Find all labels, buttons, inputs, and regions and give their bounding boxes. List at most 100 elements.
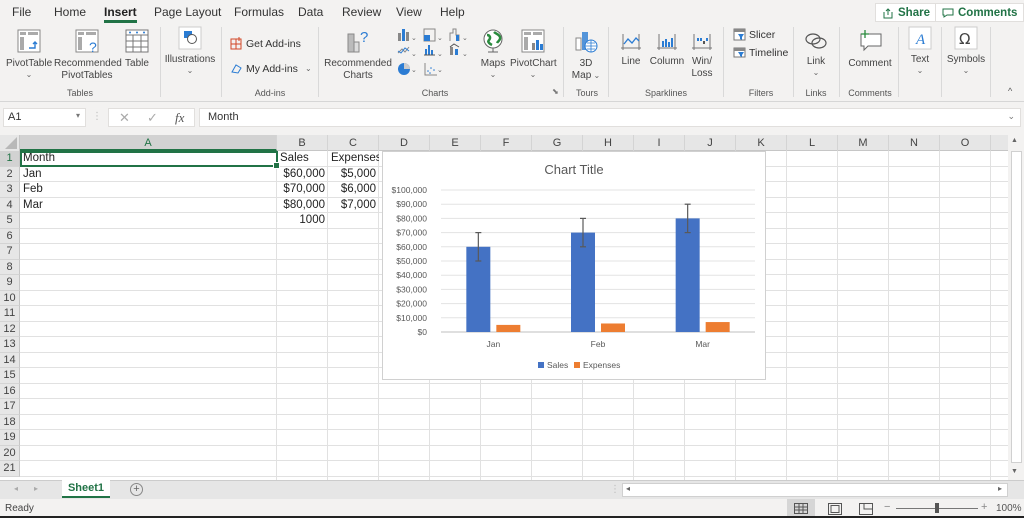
add-sheet-button[interactable]: + [130,483,143,496]
enter-icon[interactable]: ✓ [147,110,158,126]
recommended-charts-button[interactable]: ? Recommended Charts [324,28,392,82]
tab-home[interactable]: Home [54,5,86,19]
tab-review[interactable]: Review [342,5,381,19]
worksheet-grid[interactable]: ABCDEFGHIJKLMNO 1 2 3 4 5 6 7 8 9 10 11 12 13 14 15 16 1… [0,135,1008,480]
expand-formula-icon[interactable]: ⌄ [1007,111,1015,122]
tab-help[interactable]: Help [440,5,465,19]
scroll-down-icon[interactable]: ▼ [1011,468,1018,475]
row-header-17[interactable]: 17 [0,399,20,415]
table-button[interactable]: Table [122,28,152,70]
column-header-e[interactable]: E [430,135,481,151]
cell-c1[interactable]: Expenses [328,151,379,167]
collapse-ribbon-icon[interactable]: ^ [1008,86,1012,96]
scroll-right-icon[interactable]: ▸ [998,484,1002,493]
chart-title[interactable]: Chart Title [544,162,603,177]
column-header-d[interactable]: D [379,135,430,151]
comments-button[interactable]: Comments [935,3,1024,22]
scroll-left-icon[interactable]: ◂ [626,484,630,493]
my-addins-button[interactable]: My Add-ins ⌄ [230,62,312,75]
tab-page-layout[interactable]: Page Layout [154,5,221,19]
column-header-l[interactable]: L [787,135,838,151]
tab-insert[interactable]: Insert [104,5,137,23]
pivotchart-button[interactable]: PivotChart ⌄ [510,28,557,80]
scroll-up-icon[interactable]: ▲ [1011,137,1018,144]
zoom-level[interactable]: 100% [996,503,1022,514]
column-header-m[interactable]: M [838,135,889,151]
row-header-9[interactable]: 9 [0,275,20,291]
cell-c2[interactable]: $5,000 [328,167,379,183]
row-header-3[interactable]: 3 [0,182,20,198]
row-header-18[interactable]: 18 [0,414,20,430]
row-header-7[interactable]: 7 [0,244,20,260]
sparkline-column-button[interactable]: Column [648,30,686,68]
row-header-5[interactable]: 5 [0,213,20,229]
cell-b4[interactable]: $80,000 [277,198,328,214]
get-addins-button[interactable]: Get Add-ins [230,37,301,50]
row-header-19[interactable]: 19 [0,430,20,446]
column-header-n[interactable]: N [889,135,940,151]
column-header-f[interactable]: F [481,135,532,151]
row-header-16[interactable]: 16 [0,383,20,399]
tab-view[interactable]: View [396,5,422,19]
row-header-21[interactable]: 21 [0,461,20,477]
row-header-14[interactable]: 14 [0,352,20,368]
text-button[interactable]: A Text ⌄ [904,26,936,76]
zoom-slider-thumb[interactable] [935,503,939,513]
column-header-h[interactable]: H [583,135,634,151]
pivottable-button[interactable]: PivotTable ⌄ [6,28,52,80]
maps-button[interactable]: Maps ⌄ [478,28,508,80]
horizontal-scrollbar[interactable]: ◂ ▸ [622,483,1008,497]
name-box[interactable]: A1 ▾ [3,108,86,127]
tab-data[interactable]: Data [298,5,323,19]
cell-a3[interactable]: Feb [20,182,277,198]
column-header-b[interactable]: B [277,135,328,151]
row-header-10[interactable]: 10 [0,290,20,306]
cell-c3[interactable]: $6,000 [328,182,379,198]
cell-b3[interactable]: $70,000 [277,182,328,198]
column-header-k[interactable]: K [736,135,787,151]
cell-b2[interactable]: $60,000 [277,167,328,183]
row-header-6[interactable]: 6 [0,228,20,244]
recommended-pivottables-button[interactable]: ? Recommended PivotTables [54,28,122,82]
share-button[interactable]: Share [875,3,937,22]
formula-input[interactable]: Month ⌄ [199,108,1021,127]
zoom-out-button[interactable]: − [884,501,890,513]
timeline-button[interactable]: Timeline [733,46,788,59]
chart[interactable]: Chart Title $0 $10,000 $20,000 $30,000 $40,00… [382,151,766,380]
row-header-8[interactable]: 8 [0,259,20,275]
column-header-o[interactable]: O [940,135,991,151]
cell-b5[interactable]: 1000 [277,213,328,229]
cell-a4[interactable]: Mar [20,198,277,214]
cancel-icon[interactable]: ✕ [119,110,130,126]
chart-type-gallery[interactable]: ⌄ ⌄ ⌄ ⌄ ⌄ ⌄ ⌄ ⌄ [396,27,470,81]
link-button[interactable]: Link ⌄ [801,30,831,78]
dialog-launcher-icon[interactable]: ⬊ [552,87,559,96]
column-header-j[interactable]: J [685,135,736,151]
row-header-4[interactable]: 4 [0,197,20,213]
scroll-thumb[interactable] [1011,151,1022,463]
sparkline-line-button[interactable]: Line [617,30,645,68]
cell-a2[interactable]: Jan [20,167,277,183]
column-header-i[interactable]: I [634,135,685,151]
slicer-button[interactable]: Slicer [733,28,775,41]
sheet-tab[interactable]: Sheet1 [62,480,110,498]
row-header-12[interactable]: 12 [0,321,20,337]
next-sheet-icon[interactable]: ▸ [34,484,38,493]
column-header-c[interactable]: C [328,135,379,151]
split-grip-icon[interactable]: ⋮ [610,484,620,495]
row-header-15[interactable]: 15 [0,368,20,384]
tab-file[interactable]: File [12,5,31,19]
zoom-in-button[interactable]: + [981,501,987,513]
select-all-button[interactable] [0,135,20,151]
vertical-scrollbar[interactable]: ▲ ▼ [1008,135,1024,480]
symbols-button[interactable]: Ω Symbols ⌄ [946,26,986,76]
column-header-g[interactable]: G [532,135,583,151]
cell-b1[interactable]: Sales [277,151,328,167]
cell-c4[interactable]: $7,000 [328,198,379,214]
row-header-20[interactable]: 20 [0,445,20,461]
sparkline-winloss-button[interactable]: Win/ Loss [688,30,716,80]
illustrations-button[interactable]: Illustrations ⌄ [164,26,216,76]
insert-function-icon[interactable]: fx [175,110,184,126]
column-header-a[interactable]: A [20,135,277,151]
row-header-1[interactable]: 1 [0,151,20,167]
